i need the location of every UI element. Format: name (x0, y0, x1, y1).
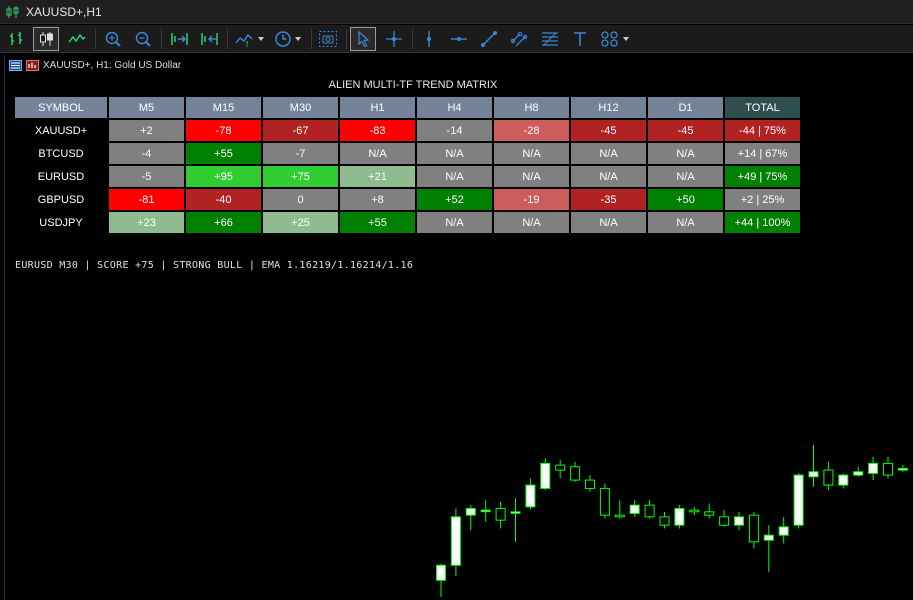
candle-body (689, 509, 700, 513)
candle-body (719, 516, 730, 526)
candle-body (644, 504, 655, 518)
candle (763, 525, 774, 572)
candle (450, 508, 461, 577)
candle (495, 501, 506, 529)
candle-body (659, 516, 670, 526)
candle-body (450, 516, 461, 566)
candle-body (778, 526, 789, 536)
candle-body (883, 462, 893, 476)
candle (689, 506, 700, 516)
candle (704, 503, 715, 519)
candle (883, 456, 893, 479)
candle (614, 500, 625, 519)
trendline-icon[interactable] (476, 27, 502, 51)
candle-body (748, 514, 759, 543)
candle (734, 511, 744, 531)
candle-body (734, 516, 744, 526)
candle (823, 461, 834, 491)
candle (838, 473, 849, 489)
candle (599, 483, 610, 519)
toolbar-separator (95, 29, 96, 49)
candle (719, 510, 730, 527)
candle (465, 505, 476, 531)
candle-body (614, 514, 625, 518)
candle (897, 465, 908, 472)
candle-body (838, 474, 849, 486)
candle-body (495, 507, 506, 521)
candle (436, 563, 446, 597)
candlestick-chart[interactable] (5, 55, 913, 600)
zoom-in-icon[interactable] (100, 27, 126, 51)
candle-body (763, 534, 774, 541)
shapes-icon[interactable] (597, 27, 631, 51)
candle-body (823, 469, 834, 486)
toolbar-separator (311, 29, 312, 49)
title-bar: XAUUSD+,H1 (0, 0, 913, 24)
candlestick-app-icon (6, 5, 20, 19)
crosshair-icon[interactable] (381, 27, 407, 51)
candle-body (793, 474, 804, 526)
svg-text:f: f (246, 40, 249, 48)
candle (480, 500, 491, 522)
candle-body (868, 462, 879, 474)
candle-body (436, 564, 446, 581)
indicators-icon[interactable]: f (232, 27, 266, 51)
candle (868, 456, 879, 481)
line-chart-icon[interactable] (64, 27, 90, 51)
candle (674, 505, 685, 529)
candle (793, 473, 804, 529)
channel-icon[interactable] (506, 27, 532, 51)
toolbar-separator (346, 29, 347, 49)
screenshot-icon[interactable] (315, 27, 341, 51)
candle (659, 511, 670, 529)
candle (853, 466, 864, 477)
candle (778, 516, 789, 544)
candle-body (510, 511, 521, 514)
candle-body (465, 507, 476, 516)
candle (748, 511, 759, 549)
candle-body (570, 466, 581, 481)
candle-body (674, 507, 685, 526)
fibonacci-icon[interactable] (537, 27, 563, 51)
candle-body (480, 509, 491, 513)
candle-body (599, 487, 610, 516)
vertical-line-icon[interactable] (416, 27, 442, 51)
chart-window[interactable]: XAUUSD+, H1: Gold US Dollar ALIEN MULTI-… (4, 55, 913, 600)
toolbar-separator (227, 29, 228, 49)
candle (555, 460, 566, 479)
candle-body (555, 464, 566, 471)
candle-body (629, 504, 640, 514)
candle (629, 500, 640, 517)
candle-body (897, 467, 908, 471)
toolbar-separator (161, 29, 162, 49)
candle-body (540, 462, 551, 489)
toolbar-separator (412, 29, 413, 49)
candle (540, 458, 551, 491)
cursor-icon[interactable] (350, 27, 376, 51)
candle-body (704, 511, 715, 516)
candle-body (525, 484, 536, 508)
horizontal-line-icon[interactable] (446, 27, 472, 51)
periods-icon[interactable] (270, 27, 304, 51)
candle-body (808, 471, 819, 478)
zoom-out-icon[interactable] (130, 27, 156, 51)
candle (808, 445, 819, 487)
text-icon[interactable] (567, 27, 593, 51)
candle (585, 475, 595, 492)
bar-chart-icon[interactable] (4, 27, 30, 51)
candle (570, 461, 581, 482)
candle (644, 500, 655, 519)
candle (510, 498, 521, 542)
candle (525, 478, 536, 510)
candle-body (853, 471, 864, 476)
candle-body (585, 479, 595, 489)
chart-toolbar: f (0, 25, 913, 53)
autoscroll-icon[interactable] (196, 27, 222, 51)
window-title: XAUUSD+,H1 (26, 4, 102, 19)
chart-shift-icon[interactable] (166, 27, 192, 51)
candlestick-icon[interactable] (33, 27, 59, 51)
